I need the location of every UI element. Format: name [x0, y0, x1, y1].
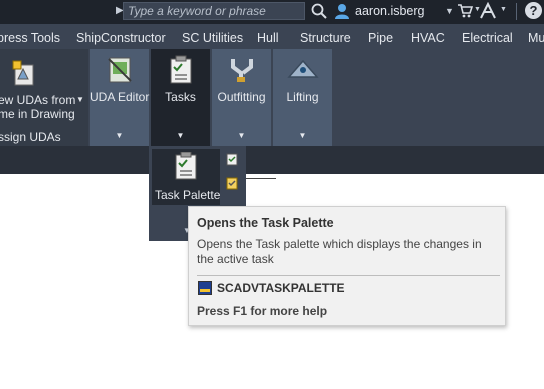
uda-editor-chevron-down-icon[interactable]: ▼ — [90, 131, 149, 140]
task-palette-label[interactable]: Task Palette — [155, 188, 220, 202]
task-checklist-small-icon[interactable] — [225, 152, 239, 166]
autodesk-a-icon[interactable] — [479, 2, 497, 20]
search-icon[interactable] — [310, 2, 328, 20]
tasks-label: Tasks — [165, 90, 196, 104]
lifting-label: Lifting — [286, 90, 319, 104]
tasks-chevron-down-icon[interactable]: ▼ — [151, 131, 210, 140]
new-udas-button-label-line1[interactable]: ew UDAs from — [0, 93, 75, 107]
ribbon-tab-bar: press Tools ShipConstructor SC Utilities… — [0, 24, 544, 49]
user-icon[interactable] — [333, 2, 351, 20]
assign-udas-group-label: ssign UDAs — [0, 130, 61, 144]
drawing-line-fragment — [246, 178, 276, 179]
user-menu-chevron-down-icon[interactable]: ▼ — [445, 6, 454, 16]
uda-editor-icon — [108, 57, 132, 83]
lifting-chevron-down-icon[interactable]: ▼ — [273, 131, 332, 140]
tab-express-tools[interactable]: press Tools — [0, 31, 60, 45]
toolbar-separator — [516, 3, 517, 20]
username[interactable]: aaron.isberg — [355, 4, 425, 18]
title-bar: ▶ aaron.isberg ▼ ▼ ▼ ? — [0, 0, 544, 24]
tab-shipconstructor[interactable]: ShipConstructor — [76, 31, 166, 45]
tab-hull[interactable]: Hull — [257, 31, 279, 45]
command-line-icon — [198, 281, 212, 295]
new-udas-button-label-line2[interactable]: me in Drawing — [0, 107, 75, 121]
assign-udas-panel: ew UDAs from ▼ me in Drawing ssign UDAs — [0, 49, 88, 146]
lifting-icon — [287, 59, 319, 78]
tab-hvac[interactable]: HVAC — [411, 31, 445, 45]
task-note-small-icon[interactable] — [225, 176, 239, 190]
tooltip-command-name: SCADVTASKPALETTE — [217, 281, 345, 295]
tooltip-help-hint: Press F1 for more help — [197, 304, 328, 318]
new-udas-chevron-icon[interactable]: ▼ — [76, 95, 84, 104]
panel-outfitting[interactable]: Outfitting ▼ — [212, 49, 271, 146]
a360-chevron-down-icon[interactable]: ▼ — [500, 6, 507, 13]
cart-icon[interactable] — [457, 3, 473, 19]
tooltip-title: Opens the Task Palette — [197, 216, 334, 230]
tasks-icon — [170, 55, 192, 84]
ribbon-panel-bar — [0, 146, 544, 174]
tab-structure[interactable]: Structure — [300, 31, 351, 45]
tab-pipe[interactable]: Pipe — [368, 31, 393, 45]
panel-lifting[interactable]: Lifting ▼ — [273, 49, 332, 146]
search-input[interactable] — [128, 3, 298, 19]
uda-editor-label: UDA Editor — [90, 90, 150, 104]
tab-sc-utilities[interactable]: SC Utilities — [182, 31, 243, 45]
new-udas-from-drawing-icon[interactable] — [9, 59, 39, 89]
tab-electrical[interactable]: Electrical — [462, 31, 513, 45]
outfitting-label: Outfitting — [217, 90, 266, 104]
panel-uda-editor[interactable]: UDA Editor ▼ — [90, 49, 149, 146]
help-icon[interactable]: ? — [525, 2, 542, 19]
search-box[interactable] — [123, 2, 305, 20]
tab-more[interactable]: Mu — [528, 31, 544, 45]
panel-tasks[interactable]: Tasks ▼ — [151, 49, 210, 146]
outfitting-icon — [231, 59, 253, 82]
tooltip: Opens the Task Palette Opens the Task pa… — [188, 206, 506, 326]
tooltip-divider — [197, 275, 500, 276]
tooltip-description: Opens the Task palette which displays th… — [197, 237, 482, 266]
task-palette-icon — [175, 152, 197, 180]
outfitting-chevron-down-icon[interactable]: ▼ — [212, 131, 271, 140]
